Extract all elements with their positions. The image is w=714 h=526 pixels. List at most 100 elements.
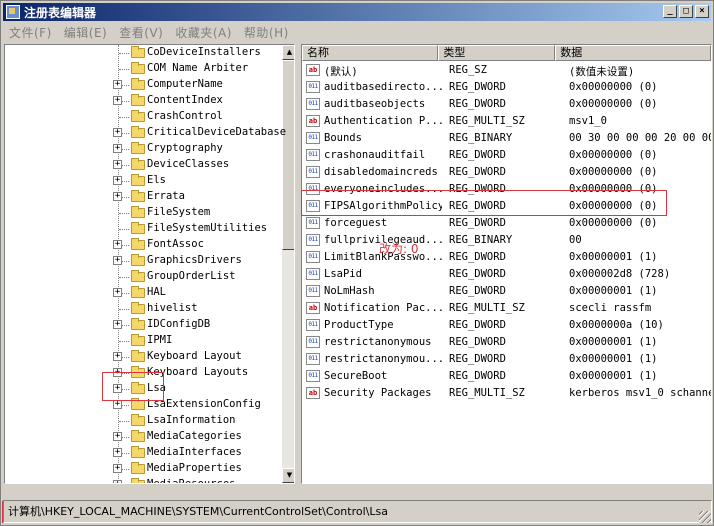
expand-toggle-icon[interactable]: + xyxy=(113,192,122,201)
tree-item-computername[interactable]: + ComputerName xyxy=(5,77,279,93)
column-header-type[interactable]: 类型 xyxy=(438,45,556,61)
tree-item-els[interactable]: + Els xyxy=(5,173,279,189)
menu-help[interactable]: 帮助(H) xyxy=(238,24,295,41)
expand-toggle-icon[interactable]: + xyxy=(113,240,122,249)
values-list-pane[interactable]: 名称 类型 数据 ab (默认) REG_SZ (数值未设置) 011 auditbase… xyxy=(301,44,712,484)
tree-item-criticaldevicedatabase[interactable]: + CriticalDeviceDatabase xyxy=(5,125,286,141)
tree-item-label: COM Name Arbiter xyxy=(147,62,249,74)
tree-item-graphicsdrivers[interactable]: + GraphicsDrivers xyxy=(5,253,279,269)
value-name: crashonauditfail xyxy=(324,149,426,161)
tree-item-errata[interactable]: + Errata xyxy=(5,189,279,205)
value-row[interactable]: 011 crashonauditfail REG_DWORD 0x00000000 (… xyxy=(302,147,711,164)
expand-toggle-icon[interactable]: + xyxy=(113,144,122,153)
tree-item-contentindex[interactable]: + ContentIndex xyxy=(5,93,279,109)
tree-item-crashcontrol[interactable]: CrashControl xyxy=(5,109,279,125)
list-header: 名称 类型 数据 xyxy=(302,45,711,61)
tree-item-label: LsaInformation xyxy=(147,414,236,426)
tree-item-grouporderlist[interactable]: GroupOrderList xyxy=(5,269,279,285)
scroll-down-button[interactable]: ▼ xyxy=(282,468,294,483)
value-data: scecli rassfm xyxy=(569,302,652,314)
value-row[interactable]: 011 Bounds REG_BINARY 00 30 00 00 00 20 00 … xyxy=(302,130,711,147)
string-value-icon: ab xyxy=(306,302,320,314)
tree-item-cryptography[interactable]: + Cryptography xyxy=(5,141,279,157)
value-row[interactable]: 011 ProductType REG_DWORD 0x0000000a (10) xyxy=(302,317,711,334)
value-row[interactable]: 011 LimitBlankPasswo... REG_DWORD 0x0000000… xyxy=(302,249,711,266)
tree-item-filesystemutilities[interactable]: FileSystemUtilities xyxy=(5,221,279,237)
minimize-button[interactable]: _ xyxy=(663,5,677,18)
window-title: 注册表编辑器 xyxy=(24,5,97,20)
tree-item-idconfigdb[interactable]: + IDConfigDB xyxy=(5,317,279,333)
value-row[interactable]: 011 fullprivilegeaud... REG_BINARY 00 xyxy=(302,232,711,249)
tree-item-codeviceinstallers[interactable]: CoDeviceInstallers xyxy=(5,45,279,61)
pane-splitter[interactable] xyxy=(296,44,300,484)
expand-toggle-icon[interactable]: + xyxy=(113,320,122,329)
column-header-data[interactable]: 数据 xyxy=(555,45,711,61)
tree-item-label: MediaInterfaces xyxy=(147,446,242,458)
value-data: (数值未设置) xyxy=(569,66,635,78)
tree-item-hal[interactable]: + HAL xyxy=(5,285,279,301)
value-row[interactable]: ab Authentication P... REG_MULTI_SZ msv1_0 xyxy=(302,113,711,130)
expand-toggle-icon[interactable]: + xyxy=(113,448,122,457)
expand-toggle-icon[interactable]: + xyxy=(113,176,122,185)
tree-item-ipmi[interactable]: IPMI xyxy=(5,333,279,349)
expand-toggle-icon[interactable]: + xyxy=(113,352,122,361)
expand-toggle-icon[interactable]: + xyxy=(113,96,122,105)
tree-item-com-name-arbiter[interactable]: COM Name Arbiter xyxy=(5,61,279,77)
expand-toggle-icon[interactable]: + xyxy=(113,160,122,169)
tree-item-lsainformation[interactable]: LsaInformation xyxy=(5,413,279,429)
value-name: auditbaseobjects xyxy=(324,98,426,110)
menu-view[interactable]: 查看(V) xyxy=(113,24,169,41)
close-button[interactable]: × xyxy=(695,5,709,18)
folder-icon xyxy=(131,286,145,298)
tree-item-keyboard-layout[interactable]: + Keyboard Layout xyxy=(5,349,279,365)
expand-toggle-icon[interactable]: + xyxy=(113,432,122,441)
expand-toggle-icon[interactable]: + xyxy=(113,464,122,473)
tree-branch-line xyxy=(119,421,129,422)
tree-item-label: IPMI xyxy=(147,334,173,346)
key-tree-pane[interactable]: ▲ ▼ CoDeviceInstallers COM Name Arbiter + C… xyxy=(4,44,295,484)
menu-favorites[interactable]: 收藏夹(A) xyxy=(169,24,238,41)
title-bar[interactable]: 注册表编辑器 _ □ × xyxy=(3,3,711,21)
expand-toggle-icon[interactable]: + xyxy=(113,288,122,297)
tree-item-filesystem[interactable]: FileSystem xyxy=(5,205,279,221)
scroll-up-button[interactable]: ▲ xyxy=(282,45,294,60)
tree-item-mediacategories[interactable]: + MediaCategories xyxy=(5,429,279,445)
binary-value-icon: 011 xyxy=(306,353,320,365)
tree-item-label: DeviceClasses xyxy=(147,158,230,170)
expand-toggle-icon[interactable]: + xyxy=(113,80,122,89)
value-row[interactable]: 011 LsaPid REG_DWORD 0x000002d8 (728) xyxy=(302,266,711,283)
value-row[interactable]: 011 auditbasedirecto... REG_DWORD 0x0000000… xyxy=(302,79,711,96)
value-row[interactable]: ab Security Packages REG_MULTI_SZ kerberos … xyxy=(302,385,711,402)
scroll-thumb[interactable] xyxy=(282,60,294,250)
column-header-name[interactable]: 名称 xyxy=(302,45,439,61)
value-row[interactable]: ab (默认) REG_SZ (数值未设置) xyxy=(302,62,711,79)
value-row[interactable]: 011 restrictanonymou... REG_DWORD 0x0000000… xyxy=(302,351,711,368)
tree-vertical-scrollbar[interactable]: ▲ ▼ xyxy=(282,45,294,483)
expand-toggle-icon[interactable]: + xyxy=(113,256,122,265)
tree-item-fontassoc[interactable]: + FontAssoc xyxy=(5,237,279,253)
tree-item-label: FileSystemUtilities xyxy=(147,222,268,234)
menu-file[interactable]: 文件(F) xyxy=(3,24,58,41)
tree-item-mediaresources[interactable]: + MediaResources xyxy=(5,477,279,483)
tree-item-mediainterfaces[interactable]: + MediaInterfaces xyxy=(5,445,279,461)
resize-grip[interactable] xyxy=(699,511,711,523)
tree-item-deviceclasses[interactable]: + DeviceClasses xyxy=(5,157,279,173)
tree-item-hivelist[interactable]: hivelist xyxy=(5,301,279,317)
folder-icon xyxy=(131,62,145,74)
tree-item-label: MediaCategories xyxy=(147,430,242,442)
value-name: Bounds xyxy=(324,132,362,144)
menu-edit[interactable]: 编辑(E) xyxy=(58,24,113,41)
value-row[interactable]: ab Notification Pac... REG_MULTI_SZ scecli … xyxy=(302,300,711,317)
expand-toggle-icon[interactable]: + xyxy=(113,400,122,409)
value-row[interactable]: 011 SecureBoot REG_DWORD 0x00000001 (1) xyxy=(302,368,711,385)
binary-value-icon: 011 xyxy=(306,285,320,297)
maximize-button[interactable]: □ xyxy=(679,5,693,18)
expand-toggle-icon[interactable]: + xyxy=(113,128,122,137)
value-row[interactable]: 011 auditbaseobjects REG_DWORD 0x00000000 (… xyxy=(302,96,711,113)
tree-item-mediaproperties[interactable]: + MediaProperties xyxy=(5,461,279,477)
value-row[interactable]: 011 NoLmHash REG_DWORD 0x00000001 (1) xyxy=(302,283,711,300)
value-data: 0x00000000 (0) xyxy=(569,81,658,93)
value-row[interactable]: 011 restrictanonymous REG_DWORD 0x00000001 … xyxy=(302,334,711,351)
value-row[interactable]: 011 disabledomaincreds REG_DWORD 0x00000000… xyxy=(302,164,711,181)
value-row[interactable]: 011 forceguest REG_DWORD 0x00000000 (0) xyxy=(302,215,711,232)
